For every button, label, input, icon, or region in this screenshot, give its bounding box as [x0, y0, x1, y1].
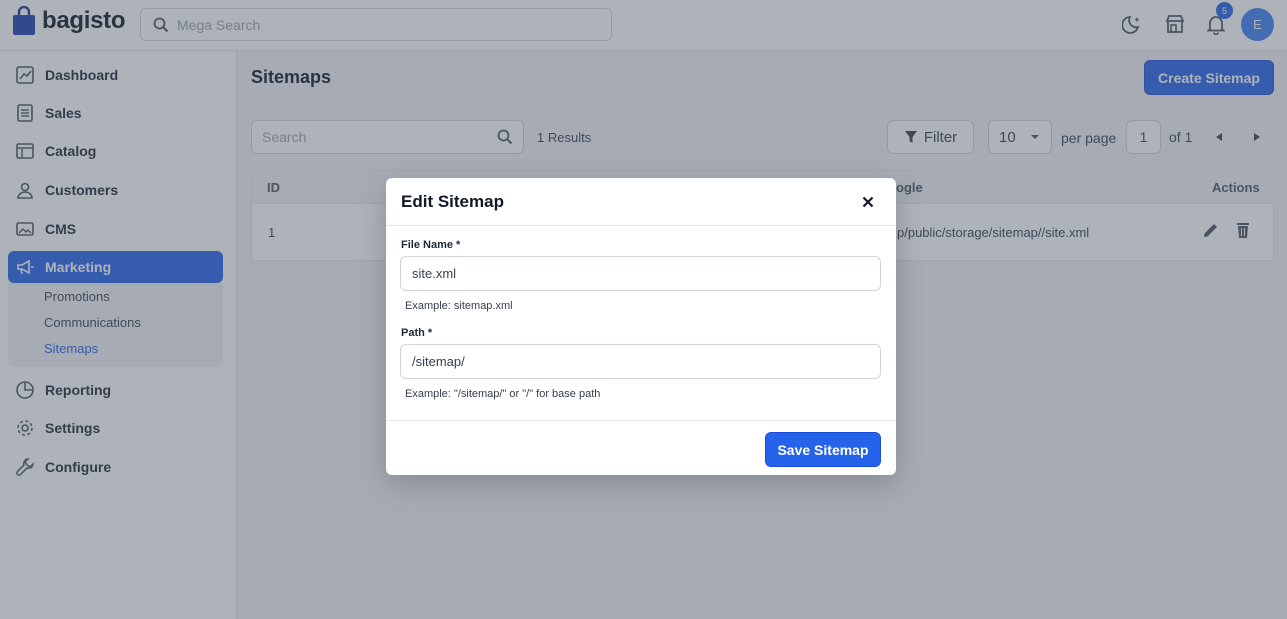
close-icon[interactable]	[859, 193, 877, 211]
path-field[interactable]	[400, 344, 881, 379]
modal-footer: Save Sitemap	[386, 420, 896, 475]
save-sitemap-button[interactable]: Save Sitemap	[765, 432, 881, 467]
file-name-field[interactable]	[400, 256, 881, 291]
modal-header: Edit Sitemap	[386, 178, 896, 226]
modal-title: Edit Sitemap	[401, 192, 504, 211]
file-name-label: File Name *	[401, 239, 461, 251]
path-help: Example: "/sitemap/" or "/" for base pat…	[405, 388, 601, 400]
edit-sitemap-modal: Edit Sitemap File Name * Example: sitema…	[386, 178, 896, 475]
file-name-help: Example: sitemap.xml	[405, 300, 513, 312]
path-label: Path *	[401, 327, 433, 339]
